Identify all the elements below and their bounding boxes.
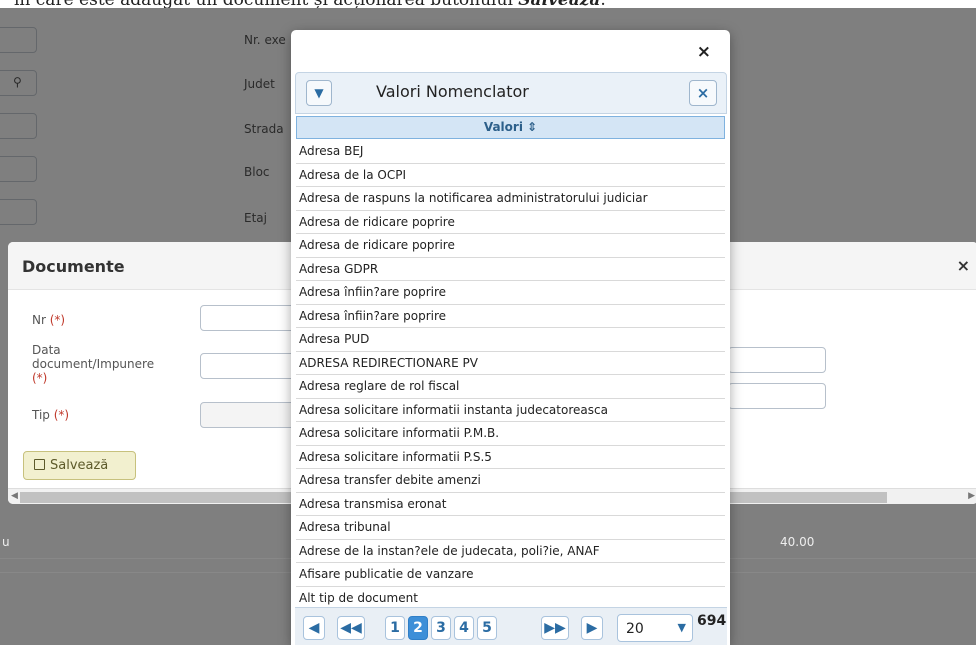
list-item[interactable]: Adrese de la instan?ele de judecata, pol… (296, 540, 725, 563)
caption-suffix: . (600, 0, 605, 8)
nomenclator-title: Valori Nomenclator (376, 82, 529, 101)
data-input[interactable] (200, 353, 296, 379)
list-item[interactable]: Adresa transmisa eronat (296, 493, 725, 516)
caption-text: în care este adăugat un document și acți… (14, 0, 518, 8)
required-mark: (*) (49, 313, 66, 327)
tip-input[interactable] (200, 402, 296, 428)
page-2-button[interactable]: 2 (408, 616, 428, 640)
right-input-1[interactable] (728, 347, 826, 373)
right-input-2[interactable] (728, 383, 826, 409)
column-header-label: Valori (483, 120, 523, 134)
page-size-select[interactable]: 20 ▼ (617, 614, 693, 642)
first-page-button[interactable]: ◀ (303, 616, 325, 640)
list-item[interactable]: Adresa de ridicare poprire (296, 211, 725, 234)
caption-emphasis: Salvează (518, 0, 600, 8)
last-page-icon: ▶ (586, 620, 598, 636)
list-item[interactable]: Adresa înfiin?are poprire (296, 305, 725, 328)
filter-icon: ▼ (314, 86, 324, 100)
save-button[interactable]: Salvează (23, 451, 136, 480)
list-item[interactable]: Adresa de raspuns la notificarea adminis… (296, 187, 725, 211)
scroll-right-icon[interactable]: ▶ (968, 491, 975, 501)
row-first-cell: u (2, 535, 10, 549)
document-caption: în care este adăugat un document și acți… (0, 0, 976, 8)
documents-title: Documente (22, 257, 125, 276)
page-4-button[interactable]: 4 (454, 616, 474, 640)
first-page-icon: ◀ (308, 620, 320, 636)
column-header-valori[interactable]: Valori ⇕ (296, 116, 725, 139)
data-label-text: Data document/Impunere (32, 343, 155, 371)
values-list: Adresa BEJ Adresa de la OCPI Adresa de r… (296, 140, 725, 610)
list-item[interactable]: Adresa PUD (296, 328, 725, 352)
list-item[interactable]: Adresa GDPR (296, 258, 725, 281)
fast-backward-icon: ◀◀ (340, 620, 362, 636)
total-records: 694 (697, 613, 727, 629)
list-item[interactable]: Adresa solicitare informatii P.S.5 (296, 446, 725, 469)
page-1-button[interactable]: 1 (385, 616, 405, 640)
list-item[interactable]: Adresa transfer debite amenzi (296, 469, 725, 493)
caret-down-icon: ▼ (677, 621, 686, 634)
list-item[interactable]: Adresa de la OCPI (296, 164, 725, 187)
fast-forward-icon: ▶▶ (544, 620, 566, 636)
list-item[interactable]: Afisare publicatie de vanzare (296, 563, 725, 587)
nomenclator-modal: × ▼ Valori Nomenclator × Valori ⇕ Adresa… (291, 30, 730, 645)
list-item[interactable]: Adresa BEJ (296, 140, 725, 164)
required-mark: (*) (53, 408, 70, 422)
close-icon: × (696, 84, 710, 102)
tip-label: Tip (*) (32, 408, 69, 422)
scroll-left-icon[interactable]: ◀ (11, 491, 18, 501)
required-mark: (*) (32, 371, 48, 385)
save-label: Salvează (50, 458, 109, 473)
list-item[interactable]: Adresa tribunal (296, 516, 725, 540)
next-pages-button[interactable]: ▶▶ (541, 616, 569, 640)
modal-close-icon[interactable]: × (697, 42, 711, 62)
list-item[interactable]: Adresa înfiin?are poprire (296, 281, 725, 305)
nomenclator-close-button[interactable]: × (689, 80, 717, 106)
list-item[interactable]: Adresa solicitare informatii P.M.B. (296, 422, 725, 446)
sort-icon: ⇕ (527, 120, 538, 134)
list-item[interactable]: ADRESA REDIRECTIONARE PV (296, 352, 725, 375)
documents-close-icon[interactable]: × (957, 256, 970, 275)
row-amount: 40.00 (780, 535, 815, 549)
previous-pages-button[interactable]: ◀◀ (337, 616, 365, 640)
nomenclator-header: ▼ Valori Nomenclator × (295, 72, 727, 114)
nr-input[interactable] (200, 305, 296, 331)
page-3-button[interactable]: 3 (431, 616, 451, 640)
list-item[interactable]: Adresa solicitare informatii instanta ju… (296, 399, 725, 422)
tip-label-text: Tip (32, 408, 50, 422)
nr-label: Nr (*) (32, 313, 65, 327)
paginator: ◀ ◀◀ 1 2 3 4 5 ▶▶ ▶ 20 ▼ 694 (295, 607, 727, 645)
nr-label-text: Nr (32, 313, 46, 327)
last-page-button[interactable]: ▶ (581, 616, 603, 640)
page-5-button[interactable]: 5 (477, 616, 497, 640)
page-size-value: 20 (626, 621, 644, 637)
floppy-disk-icon (34, 459, 45, 470)
data-label: Data document/Impunere (*) (32, 343, 172, 385)
list-item[interactable]: Adresa de ridicare poprire (296, 234, 725, 258)
filter-button[interactable]: ▼ (306, 80, 332, 106)
list-item[interactable]: Adresa reglare de rol fiscal (296, 375, 725, 399)
